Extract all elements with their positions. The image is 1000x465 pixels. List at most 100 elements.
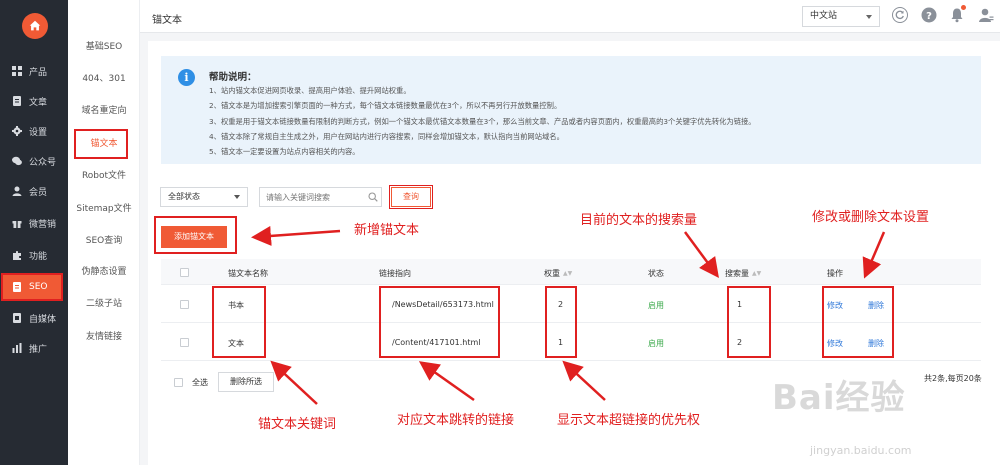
top-bar: 锚文本 中文站 ? (140, 0, 1000, 33)
annotation-box-actions (822, 286, 894, 358)
column-header-link: 链接指向 (379, 269, 411, 278)
sidebar-item-label: 设置 (29, 127, 48, 138)
keyword-search-input[interactable] (259, 187, 382, 207)
refresh-icon[interactable] (892, 7, 908, 23)
annotation-link-note: 对应文本跳转的链接 (397, 413, 515, 428)
table-header: 锚文本名称 链接指向 权重 ▲▼ 状态 搜索量 ▲▼ 操作 (161, 259, 981, 285)
select-all-header-checkbox[interactable] (180, 268, 189, 277)
subnav-item-404-301[interactable]: 404、301 (68, 71, 140, 87)
sort-icon: ▲▼ (563, 270, 573, 277)
annotation-box-weight (545, 286, 577, 358)
select-all-label: 全选 (192, 378, 208, 387)
sidebar-item-micro-marketing[interactable]: 微营销 (0, 211, 68, 235)
subnav-active-highlight (74, 129, 128, 159)
gear-icon (11, 126, 22, 137)
status-cell: 启用 (648, 339, 664, 348)
sidebar-item-wechat[interactable]: 公众号 (0, 149, 68, 173)
column-header-actions: 操作 (827, 269, 843, 278)
add-anchor-text-button[interactable]: 添加锚文本 (161, 226, 227, 248)
site-language-select[interactable]: 中文站 (802, 6, 880, 27)
delete-selected-button[interactable]: 删除所选 (218, 372, 274, 392)
grid-icon (11, 66, 22, 77)
subnav-item-sitemap-file[interactable]: Sitemap文件 (68, 201, 140, 217)
baidu-watermark-url: jingyan.baidu.com (810, 444, 912, 457)
help-panel: i 帮助说明： 1、站内锚文本促进网页收录、提高用户体验、提升网站权重。 2、锚… (161, 56, 981, 164)
subnav-item-friend-links[interactable]: 友情链接 (68, 329, 140, 345)
subnav-item-sub-site[interactable]: 二级子站 (68, 296, 140, 312)
sidebar-item-members[interactable]: 会员 (0, 179, 68, 203)
site-select-value: 中文站 (810, 11, 838, 21)
query-button[interactable]: 查询 (389, 185, 433, 209)
sidebar-item-products[interactable]: 产品 (0, 59, 68, 83)
sidebar-item-label: SEO (29, 282, 48, 292)
select-all-checkbox[interactable] (174, 378, 183, 387)
sidebar-item-label: 微营销 (29, 219, 57, 230)
user-icon (11, 186, 22, 197)
puzzle-icon (11, 250, 22, 261)
help-icon[interactable]: ? (921, 7, 937, 23)
baidu-watermark-logo: Bai经验 (772, 378, 906, 418)
sidebar-item-promotion[interactable]: 推广 (0, 336, 68, 360)
sort-icon: ▲▼ (752, 270, 762, 277)
sidebar-item-label: 文章 (29, 97, 48, 108)
annotation-box-search-count (727, 286, 771, 358)
help-line-4: 4、锚文本除了常规自主生成之外，用户在网站内进行内容搜索，同样会增加锚文本，默认… (209, 132, 564, 141)
column-header-weight-label: 权重 (544, 269, 560, 278)
sidebar-item-self-media[interactable]: 自媒体 (0, 306, 68, 330)
subnav-item-basic-seo[interactable]: 基础SEO (68, 39, 140, 55)
help-line-3: 3、权重是用于锚文本链接数量有限制的判断方式，例如一个锚文本最优锚文本数量在3个… (209, 117, 756, 126)
search-icon[interactable] (368, 192, 378, 202)
document-icon (11, 96, 22, 107)
subnav-item-robot-file[interactable]: Robot文件 (68, 168, 140, 184)
help-line-5: 5、锚文本一定要设置为站点内容相关的内容。 (209, 147, 360, 156)
subnav-item-seo-query[interactable]: SEO查询 (68, 233, 140, 249)
sidebar-item-settings[interactable]: 设置 (0, 119, 68, 143)
chevron-down-icon (866, 15, 872, 19)
notification-dot (961, 5, 966, 10)
seo-icon (11, 282, 22, 293)
column-header-weight[interactable]: 权重 ▲▼ (544, 268, 572, 279)
status-filter-value: 全部状态 (168, 192, 200, 201)
sidebar-item-functions[interactable]: 功能 (0, 243, 68, 267)
column-header-status: 状态 (648, 269, 664, 278)
sidebar-item-label: 会员 (29, 187, 48, 198)
main-sidebar: 产品 文章 设置 公众号 会员 微营销 功能 SEO 自媒体 推广 (0, 0, 68, 465)
annotation-box-keywords (212, 286, 266, 358)
page-title: 锚文本 (152, 15, 182, 26)
gift-icon (11, 218, 22, 229)
sidebar-item-seo[interactable]: SEO (1, 273, 63, 301)
column-header-search-count-label: 搜索量 (725, 269, 749, 278)
annotation-add-note: 新增锚文本 (354, 223, 420, 238)
chevron-down-icon (234, 195, 240, 199)
help-title: 帮助说明： (209, 72, 257, 83)
subnav-item-domain-redirect[interactable]: 域名重定向 (68, 103, 140, 119)
sidebar-item-label: 产品 (29, 67, 48, 78)
sidebar-item-articles[interactable]: 文章 (0, 89, 68, 113)
info-icon: i (178, 69, 195, 86)
seo-subnav: 基础SEO 404、301 域名重定向 锚文本 Robot文件 Sitemap文… (68, 0, 140, 465)
wechat-icon (11, 156, 22, 167)
column-header-search-count[interactable]: 搜索量 ▲▼ (725, 268, 761, 279)
column-header-name: 锚文本名称 (228, 269, 268, 278)
annotation-search-note: 目前的文本的搜索量 (580, 213, 698, 228)
chart-icon (11, 343, 22, 354)
notification-bell-icon[interactable] (949, 5, 966, 23)
row-checkbox[interactable] (180, 300, 189, 309)
home-logo-icon[interactable] (22, 13, 48, 39)
row-checkbox[interactable] (180, 338, 189, 347)
svg-text:?: ? (926, 11, 932, 22)
help-line-2: 2、锚文本是为增加搜索引擎页面的一种方式，每个锚文本链接数量最优在3个，所以不再… (209, 101, 562, 110)
annotation-box-links (379, 286, 500, 358)
sidebar-item-label: 公众号 (29, 157, 57, 168)
status-cell: 启用 (648, 301, 664, 310)
annotation-weight-note: 显示文本超链接的优先权 (557, 413, 701, 428)
pagination-info: 共2条,每页20条 (924, 374, 982, 383)
annotation-keyword-note: 锚文本关键词 (258, 417, 337, 432)
sidebar-item-label: 功能 (29, 251, 48, 262)
sidebar-item-label: 推广 (29, 344, 48, 355)
subnav-item-pseudo-static[interactable]: 伪静态设置 (68, 264, 140, 280)
media-icon (11, 313, 22, 324)
annotation-ops-note: 修改或删除文本设置 (812, 210, 930, 225)
status-filter-select[interactable]: 全部状态 (160, 187, 248, 207)
account-user-icon[interactable] (978, 7, 994, 23)
